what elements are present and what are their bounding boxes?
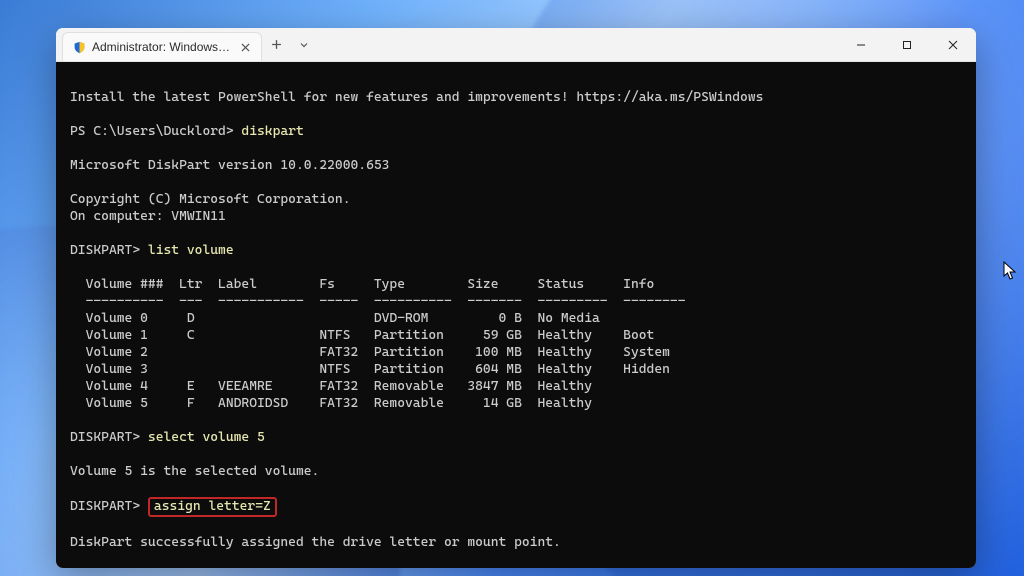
- mouse-cursor-icon: [1003, 261, 1017, 281]
- tab-title: Administrator: Windows Powe…: [92, 40, 231, 54]
- new-tab-button[interactable]: [262, 28, 290, 61]
- tab-active[interactable]: Administrator: Windows Powe…: [62, 32, 262, 61]
- titlebar: Administrator: Windows Powe…: [56, 28, 976, 62]
- titlebar-drag-region[interactable]: [318, 28, 838, 61]
- vol-row-4: Volume 4 E VEEAMRE FAT32 Removable 3847 …: [70, 379, 592, 394]
- close-icon: [948, 40, 958, 50]
- vol-row-0: Volume 0 D DVD-ROM 0 B No Media: [70, 311, 600, 326]
- shield-icon: [73, 41, 86, 54]
- terminal-window: Administrator: Windows Powe… Install the…: [56, 28, 976, 568]
- vol-row-2: Volume 2 FAT32 Partition 100 MB Healthy …: [70, 345, 670, 360]
- minimize-icon: [856, 40, 866, 50]
- cmd-assign-letter: assign letter=Z: [154, 499, 271, 514]
- highlighted-command: assign letter=Z: [148, 497, 277, 517]
- vol-table-divider: ---------- --- ----------- ----- -------…: [70, 294, 686, 309]
- tab-dropdown-button[interactable]: [290, 28, 318, 61]
- resp-assign: DiskPart successfully assigned the drive…: [70, 535, 561, 550]
- terminal-body[interactable]: Install the latest PowerShell for new fe…: [56, 62, 976, 568]
- maximize-icon: [902, 40, 912, 50]
- motd-line: Install the latest PowerShell for new fe…: [70, 90, 763, 105]
- vol-row-3: Volume 3 NTFS Partition 604 MB Healthy H…: [70, 362, 670, 377]
- vol-table-header: Volume ### Ltr Label Fs Type Size Status…: [70, 277, 654, 292]
- copyright-line: Copyright (C) Microsoft Corporation.: [70, 192, 350, 207]
- on-computer-line: On computer: VMWIN11: [70, 209, 226, 224]
- diskpart-version: Microsoft DiskPart version 10.0.22000.65…: [70, 158, 389, 173]
- vol-row-1: Volume 1 C NTFS Partition 59 GB Healthy …: [70, 328, 654, 343]
- minimize-button[interactable]: [838, 28, 884, 61]
- chevron-down-icon: [299, 40, 309, 50]
- diskpart-prompt: DISKPART>: [70, 243, 140, 258]
- window-close-button[interactable]: [930, 28, 976, 61]
- tab-close-button[interactable]: [237, 39, 253, 55]
- plus-icon: [271, 39, 282, 50]
- diskpart-prompt: DISKPART>: [70, 499, 140, 514]
- cmd-list-volume: list volume: [148, 243, 234, 258]
- maximize-button[interactable]: [884, 28, 930, 61]
- resp-select: Volume 5 is the selected volume.: [70, 464, 319, 479]
- close-icon: [241, 43, 250, 52]
- vol-row-5: Volume 5 F ANDROIDSD FAT32 Removable 14 …: [70, 396, 592, 411]
- cmd-select-volume: select volume 5: [148, 430, 265, 445]
- ps-prompt: PS C:\Users\Ducklord>: [70, 124, 234, 139]
- cmd-diskpart: diskpart: [241, 124, 303, 139]
- diskpart-prompt: DISKPART>: [70, 430, 140, 445]
